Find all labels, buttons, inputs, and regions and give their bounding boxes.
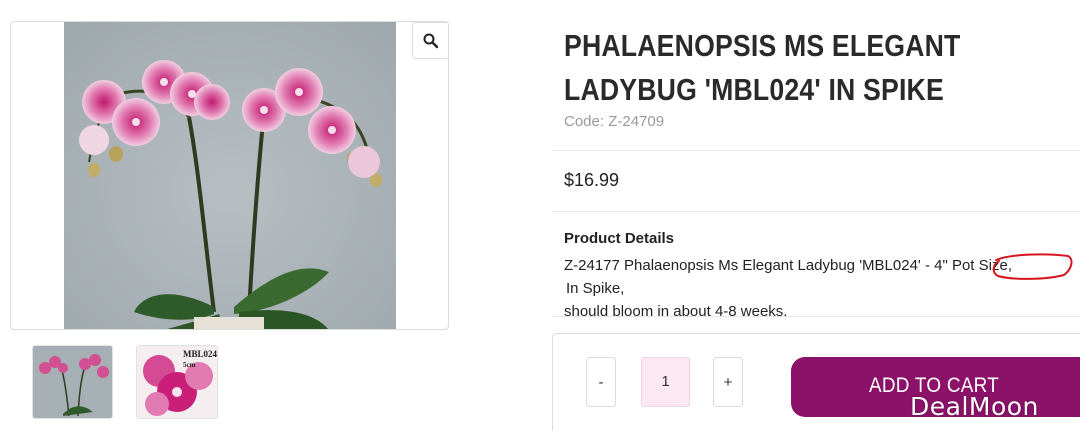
details-in-spike: In Spike,	[566, 280, 625, 297]
quantity-input[interactable]: 1	[641, 357, 690, 407]
divider	[552, 316, 1080, 317]
details-text-part-1: Z-24177 Phalaenopsis Ms Elegant Ladybug …	[564, 257, 1012, 274]
thumbnail-2-label: MBL024 5cm	[182, 349, 217, 369]
thumbnail-2[interactable]: MBL024 5cm	[136, 345, 218, 419]
product-title-line-2: LADYBUG 'MBL024' IN SPIKE	[564, 72, 944, 107]
product-title: PHALAENOPSIS MS ELEGANT LADYBUG 'MBL024'…	[564, 24, 994, 112]
zoom-button[interactable]	[412, 22, 448, 59]
magnifier-icon	[423, 33, 438, 48]
product-code: Code: Z-24709	[564, 113, 665, 130]
product-title-line-1: PHALAENOPSIS MS ELEGANT	[564, 28, 961, 63]
product-price: $16.99	[564, 170, 620, 190]
quantity-decrease-button[interactable]: -	[586, 357, 616, 407]
dealmoon-watermark: DealMoon	[910, 392, 1039, 421]
divider	[552, 211, 1080, 212]
details-text-part-2: should bloom in about 4-8 weeks.	[564, 303, 788, 320]
product-details-text: Z-24177 Phalaenopsis Ms Elegant Ladybug …	[564, 254, 1074, 323]
quantity-increase-button[interactable]: +	[713, 357, 743, 407]
product-photo	[64, 22, 396, 329]
thumbnail-1[interactable]	[32, 345, 113, 419]
product-details-heading: Product Details	[564, 230, 675, 247]
product-image-frame	[10, 21, 449, 330]
thumbnail-1-image	[33, 346, 112, 418]
divider	[552, 150, 1080, 151]
